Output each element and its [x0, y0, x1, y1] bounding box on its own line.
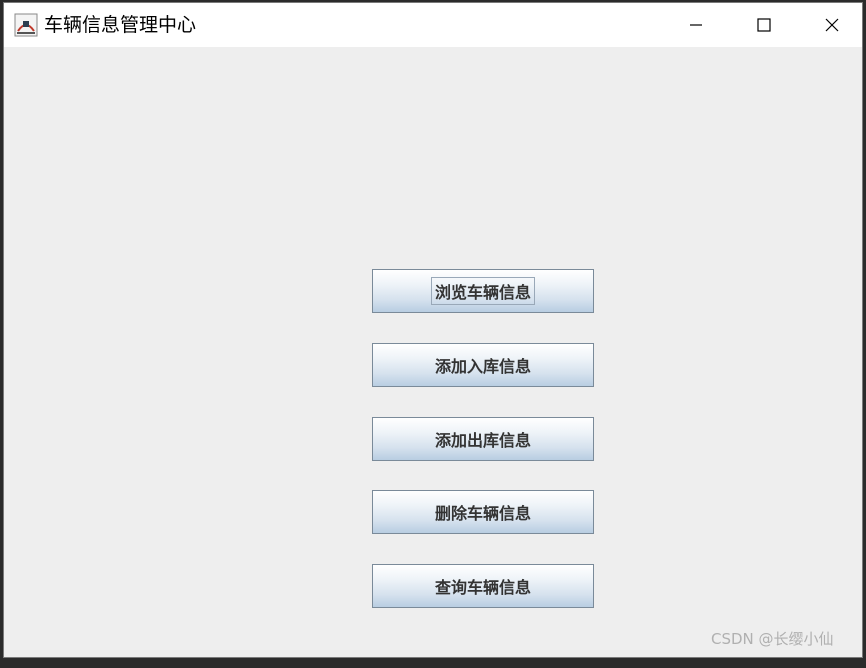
minimize-icon	[690, 24, 702, 26]
maximize-icon	[757, 18, 771, 32]
java-app-icon	[14, 13, 38, 37]
add-outbound-button[interactable]: 添加出库信息	[372, 417, 594, 461]
delete-vehicle-label: 删除车辆信息	[434, 504, 531, 523]
add-inbound-button[interactable]: 添加入库信息	[372, 343, 594, 387]
browse-vehicles-label: 浏览车辆信息	[430, 277, 535, 305]
app-window: 车辆信息管理中心 浏览车辆信息 添加入库信息 添加出库信息 删除车辆信息 查询车…	[3, 2, 863, 658]
maximize-button[interactable]	[730, 3, 798, 47]
title-bar[interactable]: 车辆信息管理中心	[4, 3, 862, 47]
add-inbound-label: 添加入库信息	[434, 357, 531, 376]
query-vehicle-button[interactable]: 查询车辆信息	[372, 564, 594, 608]
window-title: 车辆信息管理中心	[44, 14, 197, 36]
delete-vehicle-button[interactable]: 删除车辆信息	[372, 490, 594, 534]
minimize-button[interactable]	[662, 3, 730, 47]
close-button[interactable]	[798, 3, 866, 47]
browse-vehicles-button[interactable]: 浏览车辆信息	[372, 269, 594, 313]
add-outbound-label: 添加出库信息	[434, 431, 531, 450]
watermark-text: CSDN @长缨小仙	[711, 630, 834, 648]
main-panel: 浏览车辆信息 添加入库信息 添加出库信息 删除车辆信息 查询车辆信息	[4, 47, 862, 657]
close-icon	[825, 18, 839, 32]
query-vehicle-label: 查询车辆信息	[434, 578, 531, 597]
